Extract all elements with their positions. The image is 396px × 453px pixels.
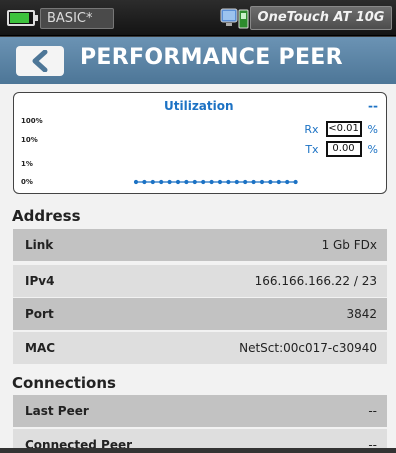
utilization-panel[interactable]: Utilization -- 100% 10% 1% 0% Rx <0.01 %… [13,92,387,194]
utilization-point [150,179,155,185]
status-bar: BASIC* OneTouch AT 10G [0,0,396,36]
row-label: Link [25,238,54,252]
tx-unit: % [367,142,378,156]
network-status-icon[interactable] [220,7,250,31]
utilization-point [251,179,256,185]
utilization-point [226,179,231,185]
back-button[interactable] [16,46,64,76]
rx-unit: % [367,122,378,136]
address-heading: Address [12,207,81,225]
main-content: Utilization -- 100% 10% 1% 0% Rx <0.01 %… [0,84,396,453]
utilization-point [285,179,290,185]
utilization-point [276,179,281,185]
utilization-point [209,179,214,185]
row-value: 1 Gb FDx [321,238,377,252]
address-row-link[interactable]: Link 1 Gb FDx [13,229,387,261]
address-row-ipv4[interactable]: IPv4 166.166.166.22 / 23 [13,265,387,297]
address-row-port[interactable]: Port 3842 [13,298,387,330]
rx-label: Rx [304,122,319,136]
utilization-point [192,179,197,185]
utilization-point [142,179,147,185]
title-bar: PERFORMANCE PEER [0,37,396,84]
utilization-point [293,179,298,185]
rx-row: Rx <0.01 % [304,121,378,137]
utilization-point [243,179,248,185]
utilization-point [159,179,164,185]
row-label: Last Peer [25,404,89,418]
rx-value: <0.01 [325,121,362,137]
row-value: 3842 [346,307,377,321]
utilization-point [133,179,139,185]
utilization-point [268,179,273,185]
profile-name[interactable]: BASIC* [40,8,114,29]
row-label: IPv4 [25,274,55,288]
row-value: NetSct:00c017-c30940 [239,341,377,355]
device-name[interactable]: OneTouch AT 10G [250,6,392,30]
tx-label: Tx [305,142,319,156]
battery-fill [10,13,29,23]
connections-row-last-peer[interactable]: Last Peer -- [13,395,387,427]
utilization-point [217,179,223,185]
row-value: 166.166.166.22 / 23 [254,274,377,288]
page-title: PERFORMANCE PEER [80,45,343,70]
row-label: MAC [25,341,56,355]
connections-heading: Connections [12,374,116,392]
utilization-point [234,179,239,185]
utilization-point [175,179,181,185]
tx-value: 0.00 [325,141,362,157]
bottom-edge [0,448,396,453]
row-label: Port [25,307,54,321]
row-value: -- [368,404,377,418]
utilization-point [259,179,265,185]
utilization-point [167,179,172,185]
utilization-point [184,179,189,185]
address-row-mac[interactable]: MAC NetSct:00c017-c30940 [13,332,387,364]
tx-row: Tx 0.00 % [305,141,378,157]
battery-icon [7,10,38,26]
utilization-point [201,179,206,185]
chevron-left-icon [32,50,48,72]
